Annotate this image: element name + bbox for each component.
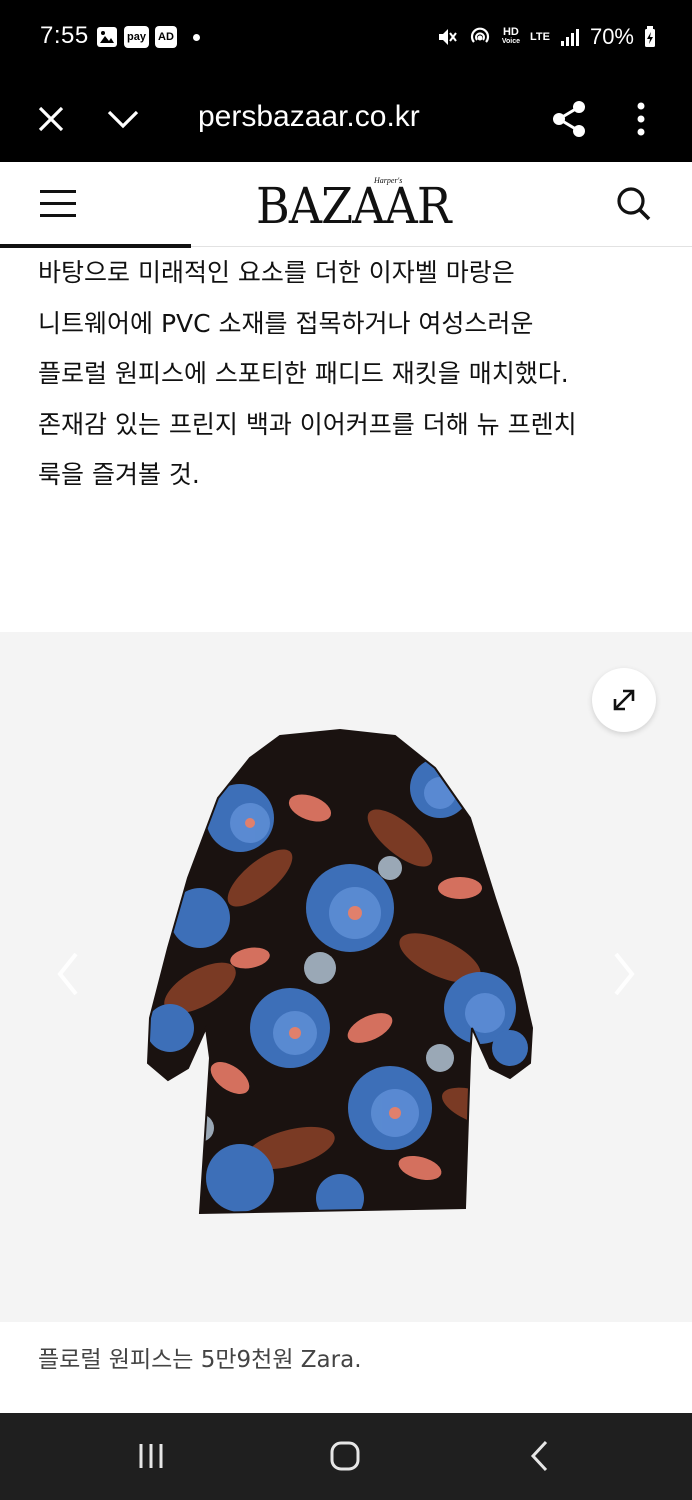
recent-apps-icon xyxy=(139,1444,163,1468)
chevron-right-icon xyxy=(614,952,635,996)
voice-label: Voice xyxy=(501,38,520,45)
hamburger-icon-bar xyxy=(40,202,76,205)
battery-percent: 70% xyxy=(589,24,634,49)
recent-apps-button[interactable] xyxy=(121,1431,181,1481)
battery-icon xyxy=(645,26,655,47)
menu-button[interactable] xyxy=(36,186,82,222)
back-button[interactable] xyxy=(510,1431,570,1481)
home-icon xyxy=(330,1441,360,1471)
close-tab-button[interactable] xyxy=(26,94,76,144)
carousel-next-button[interactable] xyxy=(604,944,644,1004)
floral-dress-image xyxy=(146,728,534,1215)
hamburger-icon-bar xyxy=(40,214,76,217)
search-icon xyxy=(617,187,651,221)
hotspot-icon xyxy=(470,27,489,43)
article-line: 존재감 있는 프린지 백과 이어커프를 더해 뉴 프렌치 xyxy=(38,409,577,439)
more-options-button[interactable] xyxy=(616,94,666,144)
status-bar: 7:55 pay AD HD Voice LTE 70% xyxy=(0,0,692,76)
signal-icon xyxy=(560,29,579,46)
back-icon xyxy=(530,1440,548,1472)
pay-badge: pay xyxy=(124,26,149,48)
more-vert-icon xyxy=(637,102,645,136)
image-carousel[interactable] xyxy=(0,632,692,1322)
search-button[interactable] xyxy=(612,182,656,226)
share-button[interactable] xyxy=(544,94,594,144)
hamburger-icon xyxy=(40,190,76,193)
site-logo[interactable]: BAZAAR Harper's xyxy=(256,174,451,236)
status-time: 7:55 xyxy=(40,22,89,49)
mute-icon xyxy=(438,29,457,45)
article-line: 플로럴 원피스에 스포티한 패디드 재킷을 매치했다. xyxy=(38,359,569,388)
ad-blocker-badge: AD xyxy=(154,26,177,48)
url-bar[interactable]: persbazaar.co.kr xyxy=(198,92,498,142)
system-nav-bar xyxy=(0,1413,692,1500)
minimize-button[interactable] xyxy=(98,94,148,144)
site-header: BAZAAR Harper's xyxy=(0,162,692,247)
expand-icon xyxy=(613,689,635,711)
hd-label: HD xyxy=(502,26,519,38)
hd-voice-indicator: HD Voice xyxy=(502,27,520,47)
chevron-left-icon xyxy=(57,952,78,996)
gallery-icon xyxy=(97,27,117,47)
browser-toolbar: persbazaar.co.kr xyxy=(0,76,692,162)
article-line: 룩을 즐겨볼 것. xyxy=(38,460,200,489)
article-line: 바탕으로 미래적인 요소를 더한 이자벨 마랑은 xyxy=(38,258,515,287)
status-right-icons: HD Voice LTE 70% xyxy=(436,24,656,50)
expand-image-button[interactable] xyxy=(592,668,656,732)
carousel-prev-button[interactable] xyxy=(48,944,88,1004)
share-icon xyxy=(553,101,585,137)
chevron-down-icon xyxy=(107,110,139,129)
notification-dot xyxy=(192,33,200,41)
image-caption: 플로럴 원피스는 5만9천원 Zara. xyxy=(38,1347,362,1373)
logo-text: BAZAAR xyxy=(256,177,451,235)
article-body: 바탕으로 미래적인 요소를 더한 이자벨 마랑은 니트웨어에 PVC 소재를 접… xyxy=(38,248,658,501)
lte-label: LTE xyxy=(529,31,550,43)
logo-small-text: Harper's xyxy=(374,176,403,185)
home-button[interactable] xyxy=(315,1431,375,1481)
article-paragraph: 바탕으로 미래적인 요소를 더한 이자벨 마랑은 니트웨어에 PVC 소재를 접… xyxy=(38,248,658,501)
status-left-icons: pay AD xyxy=(96,26,200,48)
article-line: 니트웨어에 PVC 소재를 접목하거나 여성스러운 xyxy=(38,308,534,338)
close-icon xyxy=(38,106,64,132)
